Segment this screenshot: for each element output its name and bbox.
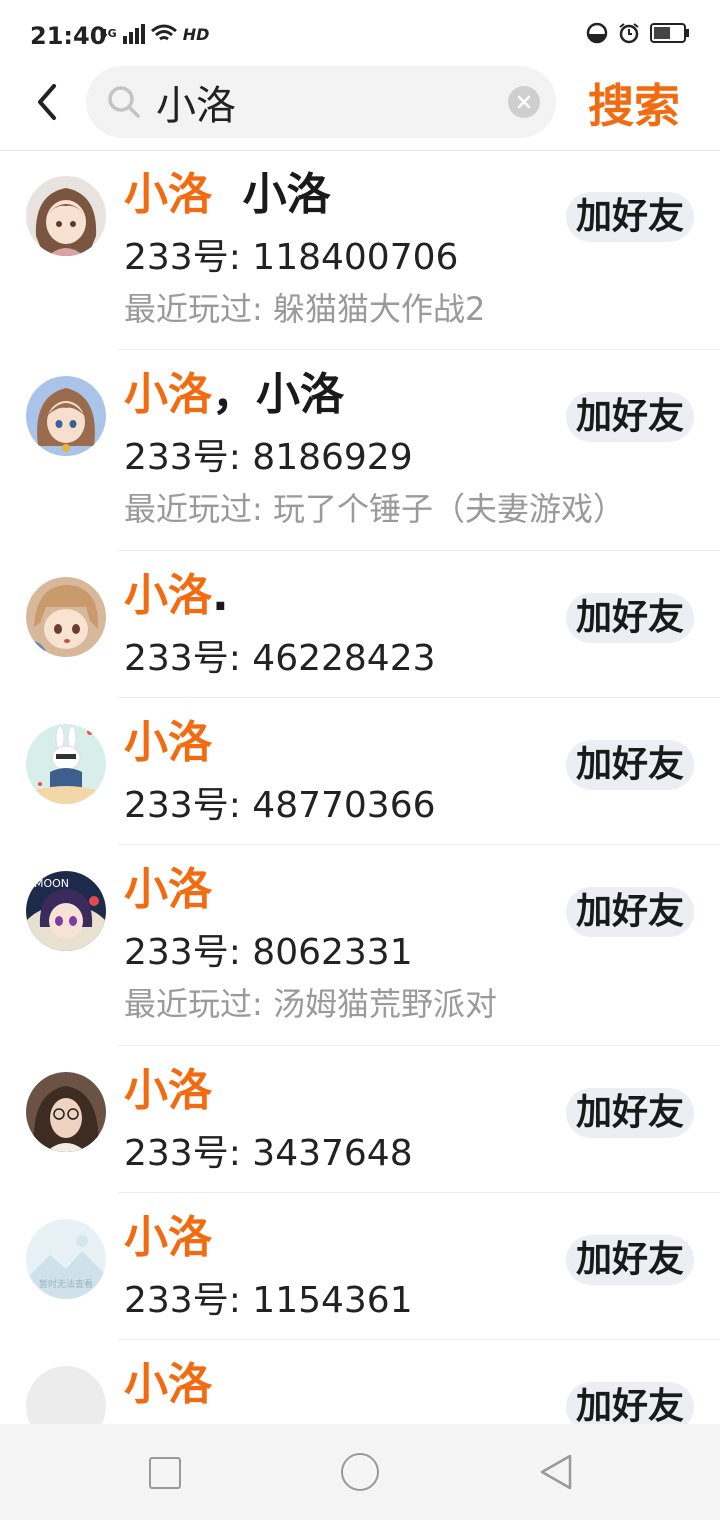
avatar[interactable]: MOON: [26, 871, 106, 951]
clear-icon[interactable]: [508, 86, 540, 118]
name-highlight: 小洛: [124, 864, 212, 915]
user-id: 233号: 8186929: [124, 437, 413, 478]
network-type: 4G: [100, 27, 117, 40]
result-name: 小洛: [124, 1054, 212, 1118]
name-highlight: 小洛: [124, 1065, 212, 1116]
search-box[interactable]: [86, 66, 556, 138]
list-item[interactable]: 小洛. 233号: 46228423 加好友: [0, 551, 720, 698]
add-friend-button[interactable]: 加好友: [566, 392, 694, 442]
signal-icon: [122, 24, 145, 44]
list-item[interactable]: 小洛 小洛 233号: 118400706 最近玩过: 躲猫猫大作战2 加好友: [0, 150, 720, 350]
add-friend-button[interactable]: 加好友: [566, 887, 694, 937]
battery-icon: [650, 23, 689, 43]
name-highlight: 小洛: [124, 1212, 212, 1263]
add-friend-button[interactable]: 加好友: [566, 1088, 694, 1138]
name-highlight: 小洛: [124, 369, 212, 420]
name-rest: .: [212, 570, 229, 621]
recent-played: 最近玩过: 躲猫猫大作战2: [124, 290, 486, 328]
result-name: 小洛: [124, 853, 212, 917]
result-name: 小洛: [124, 706, 212, 770]
alarm-icon: [619, 23, 639, 44]
list-item[interactable]: 暂时无法查看 小洛 233号: 1154361 加好友: [0, 1193, 720, 1340]
avatar[interactable]: 暂时无法查看: [26, 1219, 106, 1299]
list-item[interactable]: 小洛 233号: 3437648 加好友: [0, 1046, 720, 1193]
avatar[interactable]: [26, 176, 106, 256]
result-name: 小洛.: [124, 559, 229, 623]
user-id: 233号: 3437648: [124, 1133, 413, 1174]
name-highlight: 小洛: [124, 169, 212, 220]
add-friend-button[interactable]: 加好友: [566, 1235, 694, 1285]
search-button[interactable]: 搜索: [588, 70, 680, 136]
wifi-icon: [150, 24, 177, 41]
recent-played: 最近玩过: 玩了个锤子（夫妻游戏）: [124, 490, 625, 528]
status-time: 21:40: [30, 22, 107, 50]
user-id: 233号: 1154361: [124, 1280, 413, 1321]
svg-text:MOON: MOON: [34, 877, 69, 890]
status-bar: 21:40 4G HD: [0, 0, 720, 70]
avatar[interactable]: [26, 376, 106, 456]
system-nav-bar: [0, 1424, 720, 1520]
search-input[interactable]: [156, 74, 486, 130]
avatar[interactable]: [26, 1072, 106, 1152]
result-name: 小洛: [124, 1201, 212, 1265]
user-id: 233号: 48770366: [124, 785, 436, 826]
list-item[interactable]: MOON 小洛 233号: 8062331 最近玩过: 汤姆猫荒野派对 加好友: [0, 845, 720, 1046]
avatar-placeholder-text: 暂时无法查看: [39, 1278, 93, 1290]
recent-played: 最近玩过: 汤姆猫荒野派对: [124, 985, 497, 1023]
user-id: 233号: 118400706: [124, 237, 459, 278]
avatar[interactable]: [26, 724, 106, 804]
name-highlight: 小洛: [124, 717, 212, 768]
user-id: 233号: 46228423: [124, 638, 436, 679]
name-rest: 小洛: [212, 169, 331, 220]
result-name: 小洛，小洛: [124, 358, 344, 422]
hd-icon: HD: [182, 24, 210, 44]
avatar[interactable]: [26, 577, 106, 657]
status-left-icons: 4G HD: [100, 24, 209, 44]
result-name: 小洛 小洛: [124, 158, 331, 222]
home-icon[interactable]: [341, 1453, 379, 1491]
user-id: 233号: 8062331: [124, 932, 413, 973]
list-item[interactable]: 小洛 233号: 48770366 加好友: [0, 698, 720, 845]
nav-back-icon[interactable]: [538, 1452, 574, 1492]
add-friend-button[interactable]: 加好友: [566, 192, 694, 242]
status-right-icons: [586, 22, 690, 44]
add-friend-button[interactable]: 加好友: [566, 593, 694, 643]
add-friend-button[interactable]: 加好友: [566, 740, 694, 790]
search-header: 搜索: [0, 62, 720, 151]
result-name: 小洛: [124, 1348, 212, 1412]
eye-comfort-icon: [586, 22, 608, 44]
result-list: 小洛 小洛 233号: 118400706 最近玩过: 躲猫猫大作战2 加好友 …: [0, 150, 720, 1480]
list-item[interactable]: 小洛，小洛 233号: 8186929 最近玩过: 玩了个锤子（夫妻游戏） 加好…: [0, 350, 720, 551]
name-highlight: 小洛: [124, 570, 212, 621]
recent-apps-icon[interactable]: [149, 1457, 181, 1489]
name-rest: ，小洛: [212, 369, 344, 420]
back-arrow-icon[interactable]: [28, 80, 68, 124]
name-highlight: 小洛: [124, 1359, 212, 1410]
search-icon: [108, 86, 140, 118]
